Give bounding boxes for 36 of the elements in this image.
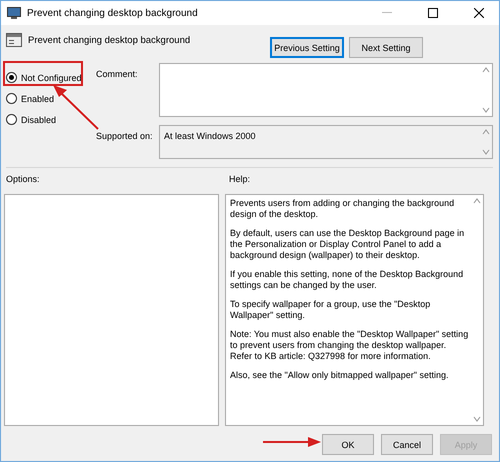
- help-paragraph: By default, users can use the Desktop Background page in the Personalization or Display Control Panel to add a background design (wallpaper) to their desktop.: [230, 228, 466, 261]
- window-title: Prevent changing desktop background: [27, 8, 199, 18]
- radio-icon[interactable]: [6, 93, 17, 104]
- setting-icon: [6, 33, 22, 47]
- dialog-button[interactable]: Cancel: [381, 434, 433, 455]
- scroll-down-icon[interactable]: [482, 107, 490, 113]
- radio-icon[interactable]: [6, 114, 17, 125]
- scroll-down-icon[interactable]: [473, 416, 481, 422]
- options-label: Options:: [6, 174, 41, 186]
- help-paragraph: To specify wallpaper for a group, use the "Desktop Wallpaper" setting.: [230, 299, 432, 321]
- radio-option[interactable]: Not Configured: [6, 69, 96, 86]
- help-paragraph: If you enable this setting, none of the Desktop Background settings can be changed by the user.: [230, 269, 464, 291]
- radio-icon[interactable]: [6, 72, 17, 83]
- comment-field[interactable]: [159, 63, 493, 117]
- maximize-icon[interactable]: [428, 8, 438, 18]
- setting-title: Prevent changing desktop background: [28, 34, 190, 46]
- policy-icon: [7, 7, 21, 19]
- supported-on-label: Supported on:: [96, 130, 154, 143]
- next-setting-button[interactable]: Next Setting: [349, 37, 423, 58]
- scroll-up-icon[interactable]: [482, 67, 490, 73]
- scroll-up-icon[interactable]: [482, 129, 490, 135]
- annotation-arrow: [263, 437, 321, 447]
- close-icon[interactable]: [474, 8, 484, 18]
- comment-label: Comment:: [96, 68, 139, 81]
- help-paragraph: Prevents users from adding or changing the background design of the desktop.: [230, 198, 456, 220]
- dialog-button[interactable]: OK: [322, 434, 374, 455]
- supported-on-field: At least Windows 2000: [159, 125, 493, 159]
- help-paragraph: Also, see the "Allow only bitmapped wallpaper" setting.: [230, 370, 450, 381]
- radio-option[interactable]: Disabled: [6, 111, 96, 128]
- scroll-down-icon[interactable]: [482, 149, 490, 155]
- minimize-icon[interactable]: [382, 12, 392, 14]
- radio-option[interactable]: Enabled: [6, 90, 96, 107]
- scroll-up-icon[interactable]: [473, 198, 481, 204]
- previous-setting-button[interactable]: Previous Setting: [270, 37, 344, 58]
- help-label: Help:: [229, 174, 250, 186]
- help-paragraph: Note: You must also enable the "Desktop Wallpaper" setting to prevent users from changing the desktop wallpaper. Refer to KB article: Q327998 for more information.: [230, 329, 469, 362]
